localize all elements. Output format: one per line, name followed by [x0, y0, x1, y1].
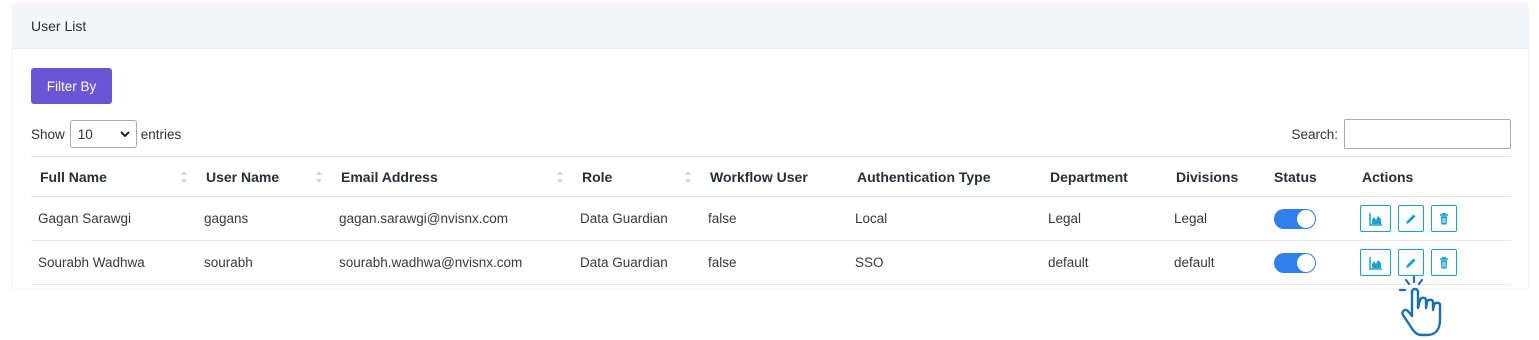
- page-length-value: 10: [77, 126, 93, 142]
- card-header: User List: [13, 4, 1528, 49]
- chart-area-icon: [1368, 256, 1382, 270]
- show-label: Show: [31, 126, 65, 142]
- cell-status: [1265, 196, 1353, 241]
- cell-email: sourabh.wadhwa@nvisnx.com: [332, 240, 573, 285]
- cell-divisions: default: [1167, 240, 1265, 285]
- cell-role: Data Guardian: [573, 196, 701, 241]
- table-row: Gagan Sarawgi gagans gagan.sarawgi@nvisn…: [31, 196, 1511, 241]
- card-title: User List: [31, 18, 87, 34]
- cell-department: default: [1041, 240, 1167, 285]
- toggle-knob: [1297, 253, 1315, 272]
- page-length-control: Show 10 entries: [31, 120, 181, 148]
- entries-label: entries: [140, 126, 182, 142]
- cell-workflow-user: false: [701, 240, 848, 285]
- cell-status: [1265, 240, 1353, 285]
- table-header-row: Full Name User Name Email Address Role W…: [31, 156, 1511, 197]
- cell-workflow-user: false: [701, 196, 848, 241]
- hand-pointer-icon: [1398, 275, 1442, 337]
- column-header-department: Department: [1041, 156, 1167, 197]
- edit-button[interactable]: [1398, 205, 1424, 232]
- table-row: Sourabh Wadhwa sourabh sourabh.wadhwa@nv…: [31, 240, 1511, 285]
- cell-full-name: Gagan Sarawgi: [31, 196, 197, 241]
- column-header-authentication-type: Authentication Type: [848, 156, 1041, 197]
- trash-icon: [1440, 256, 1448, 268]
- filter-by-button[interactable]: Filter By: [31, 68, 112, 104]
- chevron-down-icon: [120, 131, 130, 138]
- trash-icon: [1440, 212, 1448, 224]
- sort-icon: [181, 171, 187, 183]
- cell-auth-type: SSO: [848, 240, 1041, 285]
- search-control: Search:: [1291, 119, 1511, 149]
- column-header-divisions: Divisions: [1167, 156, 1265, 197]
- cell-full-name: Sourabh Wadhwa: [31, 240, 197, 285]
- search-label: Search:: [1291, 126, 1338, 142]
- column-header-role[interactable]: Role: [573, 156, 701, 197]
- sort-icon: [557, 171, 563, 183]
- column-header-workflow-user: Workflow User: [701, 156, 848, 197]
- status-toggle[interactable]: [1274, 208, 1316, 229]
- column-header-status: Status: [1265, 156, 1353, 197]
- toggle-knob: [1297, 209, 1315, 228]
- cell-email: gagan.sarawgi@nvisnx.com: [332, 196, 573, 241]
- chart-area-icon: [1368, 212, 1382, 226]
- view-stats-button[interactable]: [1360, 205, 1391, 232]
- column-header-actions: Actions: [1353, 156, 1511, 197]
- delete-button[interactable]: [1431, 205, 1457, 232]
- cell-role: Data Guardian: [573, 240, 701, 285]
- view-stats-button[interactable]: [1360, 249, 1391, 276]
- pencil-icon: [1406, 258, 1416, 268]
- sort-icon: [685, 171, 691, 183]
- user-list-card: User List Filter By Show 10 entries Sear…: [13, 4, 1528, 288]
- column-header-user-name[interactable]: User Name: [197, 156, 332, 197]
- column-header-email[interactable]: Email Address: [332, 156, 573, 197]
- cell-department: Legal: [1041, 196, 1167, 241]
- sort-icon: [316, 171, 322, 183]
- pencil-icon: [1406, 214, 1416, 224]
- column-header-full-name[interactable]: Full Name: [31, 156, 197, 197]
- cell-user-name: sourabh: [197, 240, 332, 285]
- cell-divisions: Legal: [1167, 196, 1265, 241]
- cell-actions: [1353, 196, 1511, 241]
- user-table: Full Name User Name Email Address Role W…: [31, 156, 1511, 285]
- status-toggle[interactable]: [1274, 252, 1316, 273]
- cell-auth-type: Local: [848, 196, 1041, 241]
- search-input[interactable]: [1344, 119, 1511, 149]
- cell-user-name: gagans: [197, 196, 332, 241]
- page-length-select[interactable]: 10: [69, 120, 137, 148]
